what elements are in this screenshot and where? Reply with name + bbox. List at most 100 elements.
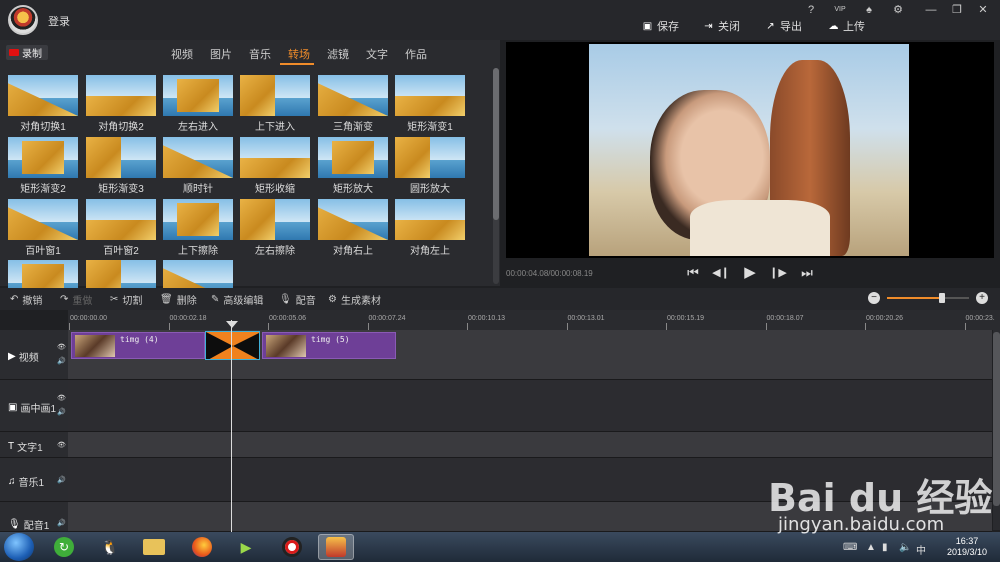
transition-thumbnail[interactable] (240, 137, 310, 178)
taskbar-app-editor[interactable] (318, 534, 354, 560)
avatar[interactable] (8, 5, 38, 35)
track-body-text[interactable] (68, 432, 992, 458)
transition-thumbnail[interactable] (86, 137, 156, 178)
system-clock[interactable]: 16:37 2019/3/10 (938, 536, 996, 558)
tab-text[interactable]: 文字 (366, 46, 388, 62)
save-button[interactable]: ▣ 保存 (642, 18, 679, 34)
video-clip[interactable]: timg (5) (262, 332, 396, 359)
timeline-scrollbar-thumb[interactable] (993, 332, 1000, 506)
track-label-text: T 文字1 (8, 439, 43, 454)
transition-thumbnail[interactable] (318, 199, 388, 240)
help-icon[interactable]: ? (800, 3, 822, 17)
transition-thumbnail[interactable] (86, 75, 156, 116)
tab-filter[interactable]: 滤镜 (327, 46, 349, 62)
tab-video[interactable]: 视频 (171, 46, 193, 62)
maximize-button[interactable]: ❐ (946, 3, 968, 17)
window-close-button[interactable]: ✕ (972, 3, 994, 17)
track-body-pip[interactable] (68, 380, 992, 432)
transition-thumbnail[interactable] (318, 75, 388, 116)
ruler-time-label: 00:00:23. (965, 315, 995, 322)
network-icon[interactable]: ▮ (882, 542, 888, 553)
transition-thumbnail[interactable] (395, 75, 465, 116)
vip-icon[interactable]: VIP (829, 3, 851, 17)
save-icon: ▣ (642, 20, 653, 32)
ruler-time-label: 00:00:10.13 (468, 315, 505, 322)
transition-thumbnail[interactable] (8, 75, 78, 116)
transition-label: 圆形放大 (410, 184, 450, 195)
transition-thumbnail[interactable] (8, 199, 78, 240)
taskbar-app-qq[interactable]: 🐧 (92, 534, 128, 560)
video-clip[interactable]: timg (4) (71, 332, 205, 359)
advanced-edit-button[interactable]: ✎ 高级编辑 (211, 292, 263, 307)
close-button[interactable]: ⇥ 关闭 (703, 18, 740, 34)
zoom-out-button[interactable]: − (868, 292, 880, 304)
taskbar-app-firefox[interactable] (184, 534, 220, 560)
speaker-icon[interactable]: 🔊 (57, 408, 66, 416)
eye-icon[interactable]: 👁 (57, 441, 66, 449)
zoom-in-button[interactable]: + (976, 292, 988, 304)
transition-thumbnail[interactable] (395, 137, 465, 178)
step-forward-button[interactable]: ❙▶ (768, 264, 788, 282)
notification-icon[interactable]: ♠ (858, 3, 880, 17)
transition-thumbnail[interactable] (318, 137, 388, 178)
minimize-button[interactable]: — (920, 3, 942, 17)
volume-icon[interactable]: 🔈 (899, 542, 911, 553)
tab-music[interactable]: 音乐 (249, 46, 271, 62)
timeline-ruler[interactable] (68, 310, 1000, 330)
media-scrollbar-thumb[interactable] (493, 68, 499, 220)
speaker-icon[interactable]: 🔊 (57, 357, 66, 365)
preview-subject-sweater (690, 200, 830, 256)
generate-button[interactable]: ⚙ 生成素材 (328, 292, 381, 307)
transition-thumbnail[interactable] (240, 199, 310, 240)
eye-icon[interactable]: 👁 (57, 343, 66, 351)
start-button[interactable] (4, 533, 34, 561)
speaker-icon[interactable]: 🔊 (57, 519, 66, 527)
record-button[interactable]: 录制 (6, 45, 48, 60)
playhead-handle[interactable] (226, 321, 238, 328)
dub-button[interactable]: 🎙 配音 (279, 292, 316, 307)
undo-button[interactable]: ↶ 撤销 (10, 292, 42, 307)
close-icon: ⇥ (704, 20, 713, 32)
penguin-icon: 🐧 (101, 538, 119, 555)
tray-arrow-icon[interactable]: ▲ (866, 542, 876, 553)
play-button[interactable]: ▶ (740, 264, 760, 282)
taskbar-app-player[interactable]: ▶ (228, 534, 264, 560)
undo-icon: ↶ (10, 293, 19, 305)
transition-thumbnail[interactable] (395, 199, 465, 240)
eye-icon[interactable]: 👁 (57, 394, 66, 402)
gear-icon[interactable]: ⚙ (887, 3, 909, 17)
redo-button[interactable]: ↷ 重做 (60, 292, 92, 307)
speaker-icon[interactable]: 🔊 (57, 476, 66, 484)
transition-thumbnail[interactable] (240, 75, 310, 116)
ruler-time-label: 00:00:07.24 (368, 315, 406, 322)
export-button[interactable]: ↗ 导出 (765, 18, 802, 34)
clock-time: 16:37 (955, 536, 979, 546)
zoom-slider-handle[interactable] (939, 293, 945, 303)
tab-transition[interactable]: 转场 (288, 46, 310, 62)
skip-end-button[interactable]: ⏭ (797, 264, 817, 282)
cut-label: 切割 (122, 295, 143, 307)
transition-thumbnail[interactable] (86, 199, 156, 240)
taskbar-app-recorder[interactable] (274, 534, 310, 560)
delete-button[interactable]: 🗑 删除 (160, 292, 197, 307)
generate-label: 生成素材 (340, 295, 381, 307)
taskbar-app-360[interactable]: ↻ (46, 534, 82, 560)
ime-icon[interactable]: 中 (916, 542, 926, 557)
login-link[interactable]: 登录 (48, 13, 70, 29)
tab-works[interactable]: 作品 (405, 46, 427, 62)
transition-thumbnail[interactable] (163, 199, 233, 240)
step-back-button[interactable]: ◀❙ (711, 264, 731, 282)
transition-clip[interactable] (205, 331, 260, 360)
upload-button[interactable]: ☁ 上传 (828, 18, 866, 34)
upload-label: 上传 (843, 21, 865, 33)
playhead-line[interactable] (231, 320, 232, 532)
transition-thumbnail[interactable] (8, 137, 78, 178)
transition-thumbnail[interactable] (163, 75, 233, 116)
keyboard-icon[interactable]: ⌨ (843, 542, 857, 553)
transition-thumbnail[interactable] (163, 137, 233, 178)
tab-image[interactable]: 图片 (210, 46, 232, 62)
preview-timecode: 00:00:04.08/00:00:08.19 (506, 269, 593, 278)
cut-button[interactable]: ✂ 切割 (110, 292, 143, 307)
skip-start-button[interactable]: ⏮ (683, 264, 703, 282)
taskbar-app-explorer[interactable] (136, 534, 172, 560)
